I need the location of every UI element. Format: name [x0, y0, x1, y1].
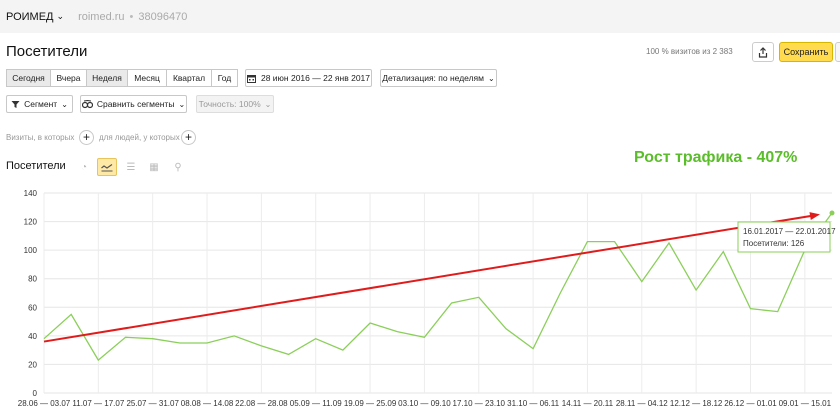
segment-label: Сегмент: [24, 99, 58, 109]
visits-info: 100 % визитов из 2 383: [646, 47, 733, 56]
x-tick-label: 09.01 — 15.01: [779, 399, 832, 408]
calendar-icon: [246, 74, 256, 83]
period-yesterday[interactable]: Вчера: [50, 69, 87, 87]
accuracy-dropdown[interactable]: Точность: 100% ⌄: [196, 95, 274, 113]
chart-section-title: Посетители: [6, 160, 66, 172]
tooltip-range: 16.01.2017 — 22.01.2017: [743, 227, 836, 236]
x-tick-label: 12.12 — 18.12: [670, 399, 723, 408]
data-point[interactable]: [829, 210, 835, 216]
x-tick-label: 28.06 — 03.07: [18, 399, 71, 408]
save-options-button[interactable]: [835, 42, 840, 62]
period-week[interactable]: Неделя: [86, 69, 128, 87]
trend-arrow: [809, 212, 820, 220]
y-tick-label: 20: [28, 360, 37, 369]
segment-dropdown[interactable]: Сегмент ⌄: [6, 95, 73, 113]
save-button[interactable]: Сохранить: [779, 42, 833, 62]
y-tick-label: 80: [28, 275, 37, 284]
top-bar: РОИМЕД ⌄ roimed.ru • 38096470: [0, 0, 840, 33]
brand-name: РОИМЕД: [6, 10, 54, 23]
add-visits-filter-button[interactable]: +: [79, 130, 94, 145]
x-tick-label: 11.07 — 17.07: [72, 399, 124, 408]
x-tick-label: 26.12 — 01.01: [724, 399, 777, 408]
x-tick-label: 17.10 — 23.10: [453, 399, 506, 408]
map-pin-icon[interactable]: ⚲: [168, 158, 188, 176]
visitors-line-chart: 0 20 40 60 80 100 120 140 28.06 — 03.07 11.07 — …: [18, 189, 836, 408]
funnel-icon: [11, 100, 20, 108]
pie-chart-icon[interactable]: ◔: [74, 158, 94, 176]
x-tick-label: 19.09 — 25.09: [344, 399, 397, 408]
y-tick-label: 100: [24, 246, 38, 255]
chevron-down-icon: ⌄: [178, 99, 186, 109]
visits-filter-hint: Визиты, в которых: [6, 133, 75, 142]
x-tick-label: 03.10 — 09.10: [398, 399, 451, 408]
plus-icon: +: [82, 130, 90, 144]
chart-tooltip: 16.01.2017 — 22.01.2017 Посетители: 126: [737, 221, 836, 253]
y-tick-label: 140: [24, 189, 38, 198]
chevron-down-icon: ⌄: [488, 73, 495, 83]
line-chart-icon[interactable]: [97, 158, 117, 176]
x-tick-label: 25.07 — 31.07: [126, 399, 179, 408]
x-tick-label: 22.08 — 28.08: [235, 399, 288, 408]
chevron-down-icon: ⌄: [56, 11, 65, 21]
compare-segments-dropdown[interactable]: Сравнить сегменты ⌄: [80, 95, 187, 113]
x-tick-label: 08.08 — 14.08: [181, 399, 234, 408]
series-line: [43, 212, 833, 362]
y-tick-label: 120: [24, 218, 38, 227]
period-year[interactable]: Год: [211, 69, 238, 87]
detail-dropdown[interactable]: Детализация: по неделям ⌄: [380, 69, 497, 87]
period-month[interactable]: Месяц: [127, 69, 167, 87]
detail-label: Детализация: по неделям: [382, 73, 485, 83]
x-tick-label: 31.10 — 06.11: [507, 399, 559, 408]
period-today[interactable]: Сегодня: [6, 69, 51, 87]
traffic-growth-annotation: Рост трафика - 407%: [634, 149, 798, 166]
y-tick-label: 60: [28, 303, 37, 312]
people-filter-hint: для людей, у которых: [99, 133, 180, 142]
x-tick-label: 05.09 — 11.09: [290, 399, 342, 408]
area-chart-icon[interactable]: ☰: [121, 158, 141, 176]
date-range-label: 28 июн 2016 — 22 янв 2017: [260, 73, 371, 83]
chevron-down-icon: ⌄: [264, 99, 272, 109]
add-people-filter-button[interactable]: +: [181, 130, 196, 145]
counter-selector[interactable]: РОИМЕД ⌄: [6, 11, 64, 23]
share-button[interactable]: [752, 42, 774, 62]
date-range-picker[interactable]: 28 июн 2016 — 22 янв 2017: [245, 69, 372, 87]
compare-label: Сравнить сегменты: [96, 99, 175, 109]
y-tick-label: 0: [33, 389, 38, 398]
bar-chart-icon[interactable]: ▦: [144, 158, 164, 176]
counter-id: 38096470: [138, 10, 188, 23]
share-icon: [758, 46, 768, 58]
site-domain: roimed.ru: [78, 10, 125, 23]
x-tick-label: 14.11 — 20.11: [562, 399, 614, 408]
plus-icon: +: [184, 130, 192, 144]
separator: •: [129, 10, 134, 23]
segments-icon: [81, 99, 93, 108]
page-title: Посетители: [6, 43, 88, 60]
tooltip-value: Посетители: 126: [743, 239, 805, 248]
chevron-down-icon: ⌄: [61, 99, 68, 109]
accuracy-label: Точность: 100%: [198, 99, 261, 109]
period-quarter[interactable]: Квартал: [166, 69, 212, 87]
y-tick-label: 40: [28, 332, 37, 341]
x-tick-label: 28.11 — 04.12: [616, 399, 668, 408]
